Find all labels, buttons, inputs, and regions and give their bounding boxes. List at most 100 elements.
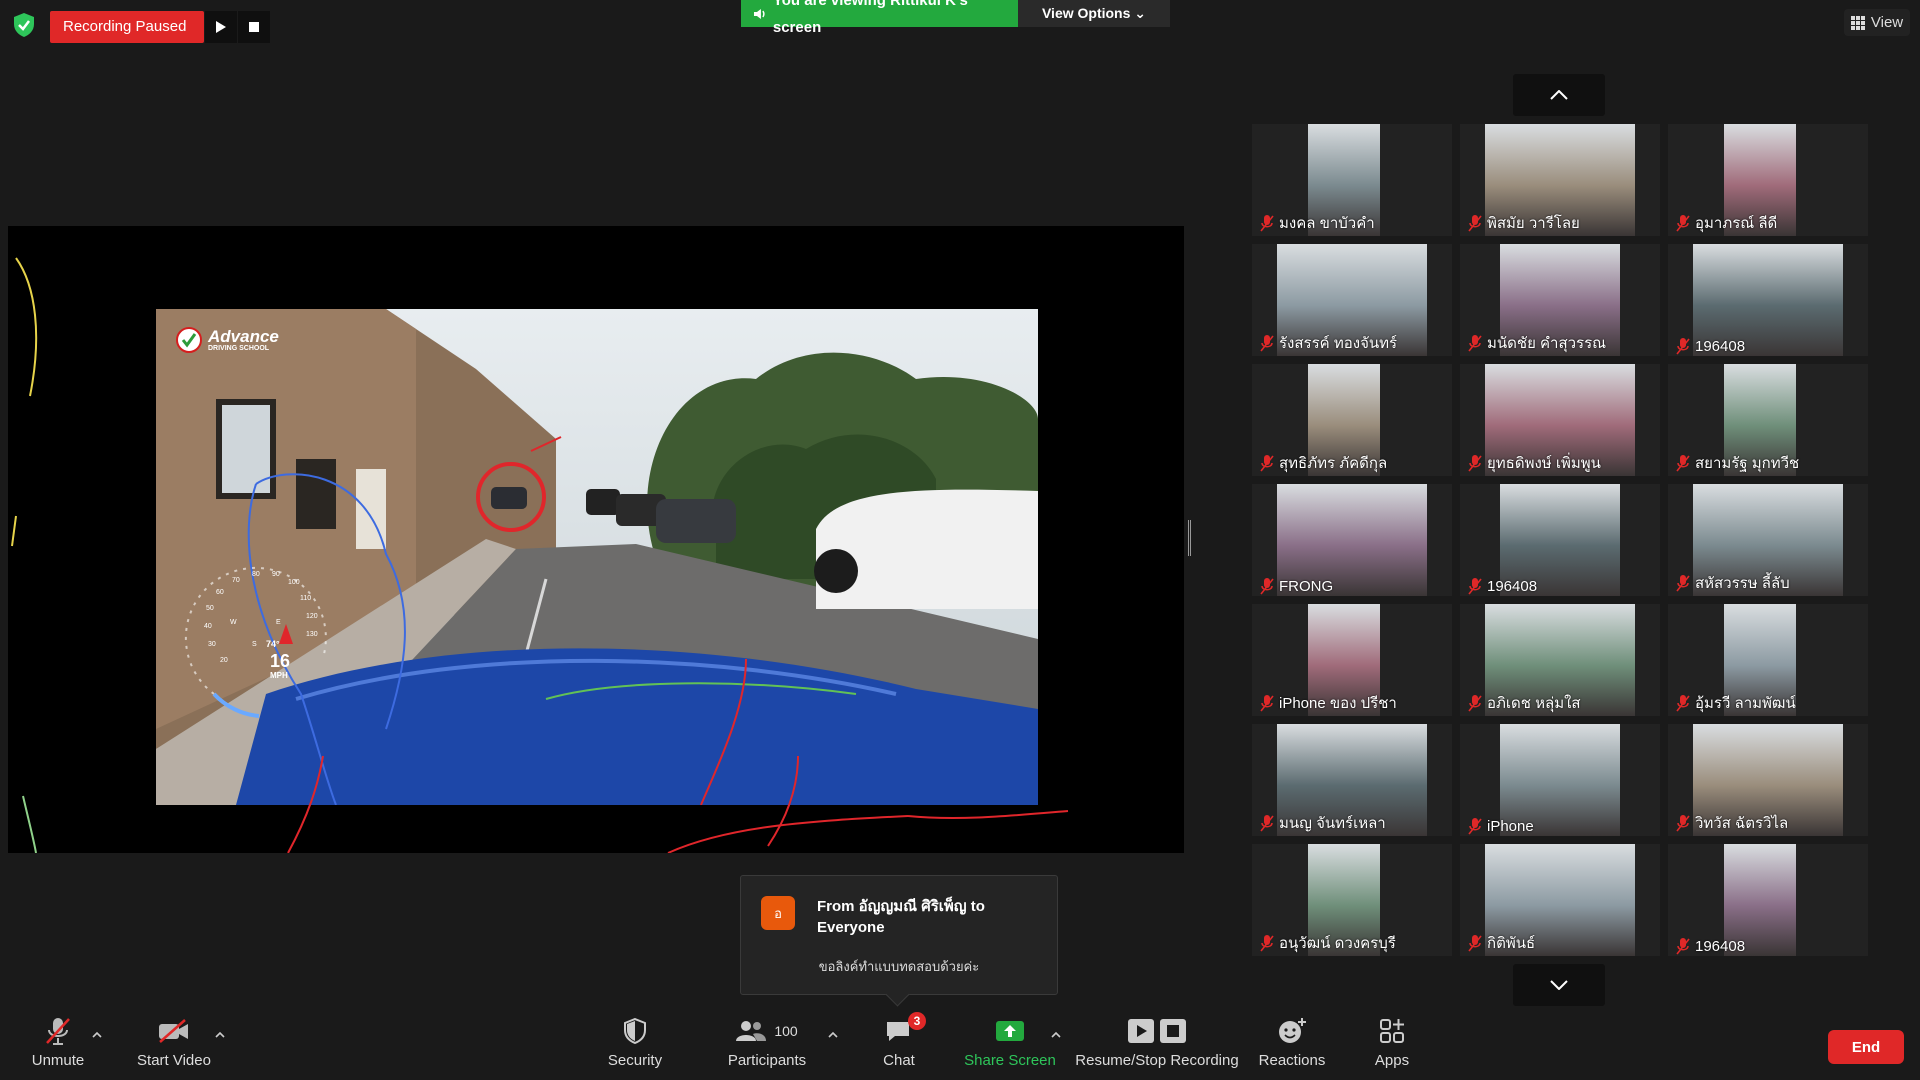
- participant-name-tag: มนัดชัย คำสุวรรณ: [1468, 331, 1606, 355]
- security-button[interactable]: Security: [600, 1012, 670, 1080]
- participant-tile[interactable]: 196408: [1668, 844, 1868, 956]
- gauge-tick: 130: [306, 631, 318, 638]
- participant-name-tag: วิทวัส ฉัตรวิไล: [1676, 811, 1788, 835]
- panel-resize-handle[interactable]: [1188, 520, 1191, 556]
- chat-button[interactable]: 3 Chat: [872, 1012, 926, 1080]
- microphone-muted-icon: [1676, 215, 1690, 232]
- participant-name: อภิเดช หลุ่มใส: [1487, 695, 1581, 712]
- gallery-page-up-button[interactable]: [1513, 74, 1605, 116]
- video-options-caret-icon[interactable]: [213, 1028, 227, 1042]
- gallery-page-down-button[interactable]: [1513, 964, 1605, 1006]
- participants-count: 100: [774, 1023, 798, 1039]
- participant-name-tag: พิสมัย วารีโลย: [1468, 211, 1580, 235]
- shared-screen[interactable]: Advance DRIVING SCHOOL 20 30 40 50 60 70…: [8, 226, 1184, 853]
- participant-tile[interactable]: มงคล ขาบัวคำ: [1252, 124, 1452, 236]
- microphone-muted-icon: [1468, 818, 1482, 835]
- participant-name: ยุทธดิพงษ์ เพิ่มพูน: [1487, 455, 1601, 472]
- gauge-tick: 20: [220, 657, 228, 664]
- view-label: View: [1870, 14, 1904, 31]
- check-logo-icon: [176, 327, 202, 353]
- participant-tile[interactable]: มนัดชัย คำสุวรรณ: [1460, 244, 1660, 356]
- stop-icon: [249, 22, 259, 32]
- microphone-muted-icon: [1676, 455, 1690, 472]
- participant-name: มงคล ขาบัวคำ: [1279, 215, 1375, 232]
- participant-tile[interactable]: ยุทธดิพงษ์ เพิ่มพูน: [1460, 364, 1660, 476]
- participant-tile[interactable]: พิสมัย วารีโลย: [1460, 124, 1660, 236]
- stop-recording-button[interactable]: [238, 11, 270, 43]
- start-video-button[interactable]: Start Video: [134, 1012, 214, 1080]
- end-meeting-button[interactable]: End: [1828, 1030, 1904, 1064]
- compass-s: S: [252, 641, 257, 648]
- participant-tile[interactable]: รังสรรค์ ทองจันทร์: [1252, 244, 1452, 356]
- participant-name-tag: 196408: [1676, 937, 1745, 955]
- share-screen-label: Share Screen: [964, 1052, 1056, 1069]
- participant-name-tag: รังสรรค์ ทองจันทร์: [1260, 331, 1397, 355]
- participant-tile[interactable]: อุมาภรณ์ ลีดี: [1668, 124, 1868, 236]
- resume-recording-icon: [1128, 1019, 1154, 1043]
- participant-name: สยามรัฐ มุกทวีช: [1695, 455, 1800, 472]
- participant-tile[interactable]: อุ้มรวี ลามพัฒน์: [1668, 604, 1868, 716]
- participant-tile[interactable]: สุทธิภัทร ภัคดีกุล: [1252, 364, 1452, 476]
- chat-message-text: ขอลิงค์ทำแบบทดสอบด้วยค่ะ: [818, 959, 980, 974]
- chevron-down-icon: ⌄: [1134, 5, 1147, 21]
- unmute-label: Unmute: [31, 1052, 85, 1069]
- participant-tile[interactable]: อภิเดช หลุ่มใส: [1460, 604, 1660, 716]
- participant-tile[interactable]: มนญ จันทร์เหลา: [1252, 724, 1452, 836]
- speaker-icon: [753, 8, 765, 19]
- participants-button[interactable]: 100 Participants: [720, 1012, 814, 1080]
- gauge-tick: 80: [252, 571, 260, 578]
- chat-unread-badge: 3: [908, 1012, 926, 1030]
- participant-tile[interactable]: 196408: [1668, 244, 1868, 356]
- microphone-muted-icon: [46, 1018, 70, 1045]
- view-options-button[interactable]: View Options ⌄: [1018, 0, 1170, 27]
- participant-name-tag: มนญ จันทร์เหลา: [1260, 811, 1386, 835]
- apps-button[interactable]: Apps: [1362, 1012, 1422, 1080]
- resume-stop-recording-button[interactable]: Resume/Stop Recording: [1074, 1012, 1240, 1080]
- participant-name-tag: มงคล ขาบัวคำ: [1260, 211, 1375, 235]
- participant-tile[interactable]: iPhone ของ ปรีชา: [1252, 604, 1452, 716]
- participant-tile[interactable]: อนุวัฒน์ ดวงครบุรี: [1252, 844, 1452, 956]
- share-screen-button[interactable]: Share Screen: [960, 1012, 1060, 1080]
- viewing-banner-text: You are viewing Rittikul K's screen: [772, 0, 968, 36]
- reactions-label: Reactions: [1258, 1052, 1326, 1069]
- participant-name-tag: อนุวัฒน์ ดวงครบุรี: [1260, 931, 1396, 955]
- gauge-ticks: 20 30 40 50 60 70 80 90 100 110 120 130 …: [200, 571, 330, 701]
- microphone-muted-icon: [1468, 215, 1482, 232]
- microphone-muted-icon: [1260, 335, 1274, 352]
- microphone-muted-icon: [1676, 815, 1690, 832]
- microphone-muted-icon: [1260, 815, 1274, 832]
- recording-label: Resume/Stop Recording: [1075, 1052, 1239, 1069]
- participant-name-tag: 196408: [1676, 337, 1745, 355]
- participant-tile[interactable]: กิติพันธ์: [1460, 844, 1660, 956]
- participant-tile[interactable]: 196408: [1460, 484, 1660, 596]
- participant-name: กิติพันธ์: [1487, 935, 1536, 952]
- participant-name: มนญ จันทร์เหลา: [1279, 815, 1386, 832]
- participant-name: อุ้มรวี ลามพัฒน์: [1695, 695, 1796, 712]
- logo-title: Advance: [208, 327, 279, 346]
- encryption-shield-icon[interactable]: [12, 12, 36, 38]
- participant-tile[interactable]: iPhone: [1460, 724, 1660, 836]
- resume-recording-button[interactable]: [205, 11, 237, 43]
- recording-paused-indicator: Recording Paused: [50, 11, 204, 43]
- participants-options-caret-icon[interactable]: [826, 1028, 840, 1042]
- participant-tile[interactable]: สยามรัฐ มุกทวีช: [1668, 364, 1868, 476]
- unmute-button[interactable]: Unmute: [26, 1012, 90, 1080]
- audio-options-caret-icon[interactable]: [90, 1028, 104, 1042]
- participant-name: 196408: [1695, 337, 1746, 355]
- participant-name-tag: FRONG: [1260, 577, 1333, 595]
- speed-unit: MPH: [270, 671, 288, 680]
- participants-icon: [736, 1021, 767, 1041]
- reactions-button[interactable]: Reactions: [1252, 1012, 1332, 1080]
- microphone-muted-icon: [1260, 578, 1274, 595]
- participant-name-tag: ยุทธดิพงษ์ เพิ่มพูน: [1468, 451, 1601, 475]
- start-video-label: Start Video: [137, 1052, 211, 1069]
- view-button[interactable]: View: [1844, 9, 1910, 36]
- chevron-up-icon: [1550, 90, 1568, 100]
- chat-notification[interactable]: อ From อัญญมณี ศิริเพ็ญ to Everyone ขอลิ…: [740, 875, 1058, 995]
- participant-tile[interactable]: วิทวัส ฉัตรวิไล: [1668, 724, 1868, 836]
- gauge-tick: 30: [208, 641, 216, 648]
- share-options-caret-icon[interactable]: [1049, 1028, 1063, 1042]
- participant-tile[interactable]: สหัสวรรษ ลี้ลับ: [1668, 484, 1868, 596]
- participant-tile[interactable]: FRONG: [1252, 484, 1452, 596]
- participant-name: อนุวัฒน์ ดวงครบุรี: [1279, 935, 1396, 952]
